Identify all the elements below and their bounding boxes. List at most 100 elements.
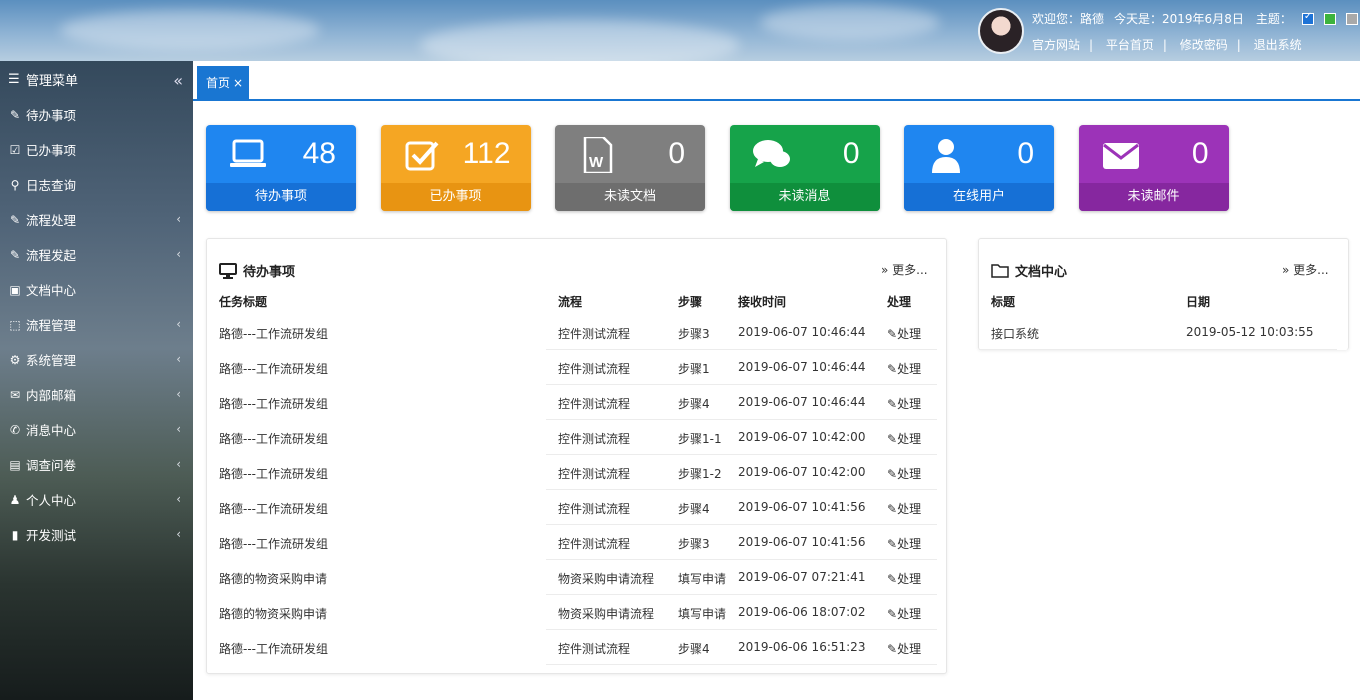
process-action-label: 处理 xyxy=(897,572,922,586)
sidebar-item[interactable]: ✉ 内部邮箱 ‹ xyxy=(0,377,193,412)
header-cloud xyxy=(420,20,740,61)
chevron-left-icon: ‹ xyxy=(176,527,181,541)
folder-icon xyxy=(991,264,1009,278)
process-action-link[interactable]: ✎处理 xyxy=(887,325,921,342)
sidebar-item[interactable]: ✆ 消息中心 ‹ xyxy=(0,412,193,447)
link-official-site[interactable]: 官方网站 xyxy=(1032,38,1080,52)
row-divider xyxy=(546,524,937,525)
sidebar-item[interactable]: ▮ 开发测试 ‹ xyxy=(0,517,193,552)
table-cell: 步骤1-2 xyxy=(678,467,722,481)
pencil-square-icon: ✎ xyxy=(9,212,21,227)
table-cell: 2019-06-07 10:42:00 xyxy=(738,430,866,444)
sidebar-item[interactable]: ♟ 个人中心 ‹ xyxy=(0,482,193,517)
stat-card[interactable]: 0 未读消息 xyxy=(729,125,880,211)
process-action-link[interactable]: ✎处理 xyxy=(887,430,921,447)
process-action-link[interactable]: ✎处理 xyxy=(887,570,921,587)
chevron-left-icon: ‹ xyxy=(176,422,181,436)
tab-close-icon[interactable]: × xyxy=(233,76,243,90)
todo-more-link[interactable]: » 更多... xyxy=(881,261,928,278)
process-action-link[interactable]: ✎处理 xyxy=(887,535,921,552)
stat-card[interactable]: 0 未读邮件 xyxy=(1078,125,1229,211)
stat-card[interactable]: 112 已办事项 xyxy=(380,125,531,211)
process-action-label: 处理 xyxy=(897,642,922,656)
search-icon: ⚲ xyxy=(10,177,20,192)
table-cell: 接口系统 xyxy=(991,327,1040,341)
sidebar-item[interactable]: ⚙ 系统管理 ‹ xyxy=(0,342,193,377)
process-action-link[interactable]: ✎处理 xyxy=(887,360,921,377)
sidebar-item[interactable]: ☑ 已办事项 xyxy=(0,132,193,167)
sidebar-item[interactable]: ⬚ 流程管理 ‹ xyxy=(0,307,193,342)
chevron-left-icon: ‹ xyxy=(176,492,181,506)
table-cell: 2019-05-12 10:03:55 xyxy=(1186,325,1314,339)
comments-icon xyxy=(752,137,792,173)
process-action-link[interactable]: ✎处理 xyxy=(887,395,921,412)
stat-card[interactable]: 48 待办事项 xyxy=(206,125,356,211)
sidebar-item[interactable]: ⚲ 日志查询 xyxy=(0,167,193,202)
sidebar-item[interactable]: ✎ 待办事项 xyxy=(0,97,193,132)
sidebar: ☰ 管理菜单 « ✎ 待办事项 ☑ 已办事项 ⚲ 日志查询 ✎ 流程处理 ‹ ✎ 流程发起 ‹ ▣ 文档中… xyxy=(0,61,193,700)
pencil-icon: ✎ xyxy=(887,327,898,341)
row-divider xyxy=(546,419,937,420)
today-text: 今天是：2019年6月8日 xyxy=(1114,12,1244,26)
stat-label: 在线用户 xyxy=(904,183,1054,211)
link-platform-home[interactable]: 平台首页 xyxy=(1106,38,1154,52)
tab-bar: 首页 × xyxy=(193,61,1360,101)
sidebar-item-label: 个人中心 xyxy=(26,493,77,508)
docs-panel: 文档中心 » 更多... 标题 日期 接口系统 2019-05-12 10:03:55 xyxy=(978,238,1349,350)
theme-label: 主题： xyxy=(1255,12,1292,26)
process-action-link[interactable]: ✎处理 xyxy=(887,465,921,482)
docs-more-link[interactable]: » 更多... xyxy=(1282,261,1329,278)
stat-value: 0 xyxy=(842,137,860,170)
process-action-label: 处理 xyxy=(897,502,922,516)
sidebar-header: ☰ 管理菜单 « xyxy=(0,61,193,97)
stat-value: 0 xyxy=(1017,137,1034,170)
top-links: 官方网站 | 平台首页 | 修改密码 | 退出系统 xyxy=(1032,38,1302,52)
process-action-link[interactable]: ✎处理 xyxy=(887,640,921,657)
theme-blue-option[interactable] xyxy=(1301,11,1314,25)
todo-panel-title: 待办事项 xyxy=(219,261,295,280)
collapse-sidebar-icon[interactable]: « xyxy=(173,71,183,90)
theme-gray-option[interactable] xyxy=(1345,12,1358,25)
stat-card[interactable]: 0 在线用户 xyxy=(904,125,1054,211)
process-action-label: 处理 xyxy=(897,607,922,621)
tab-home[interactable]: 首页 × xyxy=(197,66,250,99)
pencil-icon: ✎ xyxy=(887,607,898,621)
process-action-link[interactable]: ✎处理 xyxy=(887,500,921,517)
sidebar-item[interactable]: ▤ 调查问卷 ‹ xyxy=(0,447,193,482)
sidebar-item[interactable]: ✎ 流程发起 ‹ xyxy=(0,237,193,272)
header-cloud xyxy=(760,5,940,40)
link-change-password[interactable]: 修改密码 xyxy=(1180,38,1228,52)
tab-home-label: 首页 xyxy=(206,76,231,90)
process-action-label: 处理 xyxy=(897,327,922,341)
process-action-label: 处理 xyxy=(897,432,922,446)
table-cell: 路德的物资采购申请 xyxy=(219,572,328,586)
row-divider xyxy=(546,594,937,595)
sidebar-item-label: 调查问卷 xyxy=(26,458,77,473)
table-cell: 控件测试流程 xyxy=(558,467,631,481)
pencil-icon: ✎ xyxy=(887,642,898,656)
table-cell: 2019-06-07 10:46:44 xyxy=(738,395,866,409)
process-action-link[interactable]: ✎处理 xyxy=(887,605,921,622)
sidebar-item-label: 内部邮箱 xyxy=(26,388,77,403)
avatar[interactable] xyxy=(978,8,1024,54)
row-divider xyxy=(546,384,937,385)
stat-card[interactable]: W 0 未读文档 xyxy=(555,125,705,211)
stat-value: 0 xyxy=(668,137,685,170)
desktop-icon xyxy=(219,262,237,279)
pencil-icon: ✎ xyxy=(887,397,898,411)
table-cell: 路德---工作流研发组 xyxy=(219,502,328,516)
stat-value: 48 xyxy=(302,137,336,170)
table-cell: 2019-06-06 16:51:23 xyxy=(738,640,866,654)
link-logout[interactable]: 退出系统 xyxy=(1254,38,1302,52)
sidebar-item[interactable]: ✎ 流程处理 ‹ xyxy=(0,202,193,237)
row-divider xyxy=(546,454,937,455)
sidebar-item[interactable]: ▣ 文档中心 xyxy=(0,272,193,307)
envelope-icon: ✉ xyxy=(9,387,21,402)
sidebar-title: 管理菜单 xyxy=(26,73,79,89)
table-cell: 控件测试流程 xyxy=(558,432,631,446)
laptop-icon xyxy=(228,137,268,173)
theme-green-option[interactable] xyxy=(1323,12,1336,25)
stat-label: 已办事项 xyxy=(380,183,531,211)
todo-title-text: 待办事项 xyxy=(243,265,296,280)
briefcase-icon: ▣ xyxy=(9,282,21,297)
